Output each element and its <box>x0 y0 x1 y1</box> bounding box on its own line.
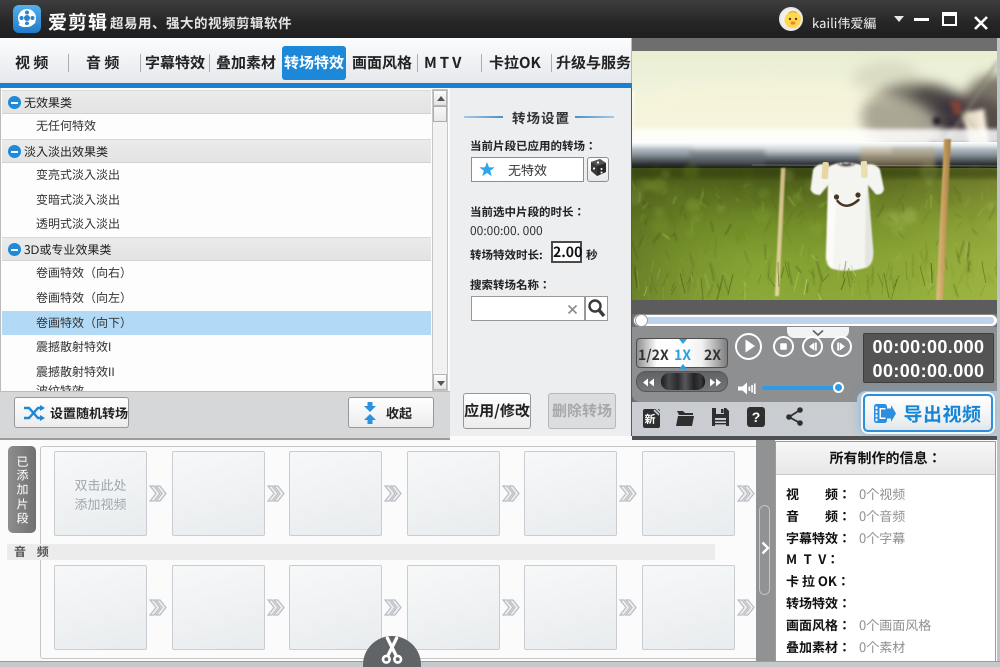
svg-text:新: 新 <box>645 411 656 427</box>
svg-text:?: ? <box>752 407 761 427</box>
